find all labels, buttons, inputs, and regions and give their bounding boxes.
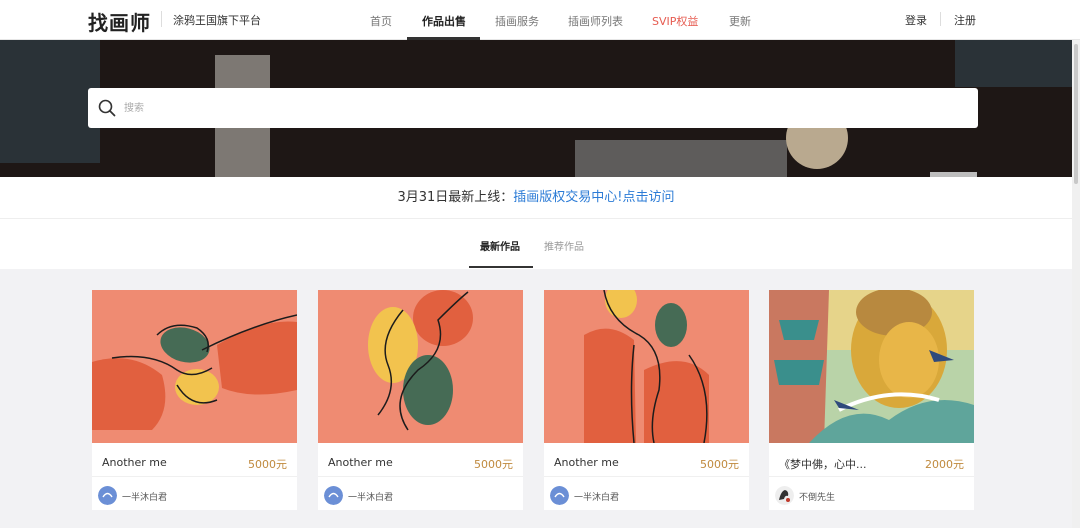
author-name[interactable]: 一半沐白君	[122, 490, 167, 503]
nav-updates[interactable]: 更新	[729, 13, 751, 29]
artwork-price: 5000元	[700, 458, 739, 471]
tab-latest-works[interactable]: 最新作品	[480, 238, 520, 253]
banner-shape	[955, 40, 1072, 87]
author-avatar[interactable]	[775, 486, 794, 505]
author-avatar[interactable]	[324, 486, 343, 505]
card-divider	[92, 476, 297, 477]
auth-divider	[940, 12, 941, 26]
scrollbar-thumb[interactable]	[1074, 44, 1078, 184]
artwork-image[interactable]	[544, 290, 749, 443]
artwork-title[interactable]: Another me	[554, 456, 619, 469]
artwork-price: 5000元	[474, 458, 513, 471]
card-divider	[318, 476, 523, 477]
nav-works-sale[interactable]: 作品出售	[422, 13, 466, 29]
banner-shape	[575, 140, 787, 177]
artwork-price: 5000元	[248, 458, 287, 471]
artwork-image[interactable]	[318, 290, 523, 443]
card-divider	[544, 476, 749, 477]
artwork-card[interactable]: Another me 5000元 一半沐白君	[92, 290, 297, 510]
nav-svip[interactable]: SVIP权益	[652, 13, 698, 29]
nav-home[interactable]: 首页	[370, 13, 392, 29]
site-logo[interactable]: 找画师	[88, 7, 151, 36]
artwork-card[interactable]: Another me 5000元 一半沐白君	[318, 290, 523, 510]
author-avatar[interactable]	[550, 486, 569, 505]
author-name[interactable]: 不倒先生	[799, 490, 835, 503]
works-tabs	[0, 219, 1072, 269]
login-link[interactable]: 登录	[905, 12, 927, 28]
artwork-image[interactable]	[769, 290, 974, 443]
site-slogan: 涂鸦王国旗下平台	[173, 14, 261, 27]
artwork-title[interactable]: Another me	[328, 456, 393, 469]
artwork-title[interactable]: 《梦中佛，心中...	[779, 456, 867, 472]
nav-illustrator-list[interactable]: 插画师列表	[568, 13, 623, 29]
artwork-price: 2000元	[925, 458, 964, 471]
author-name[interactable]: 一半沐白君	[348, 490, 393, 503]
register-link[interactable]: 注册	[954, 12, 976, 28]
artwork-title[interactable]: Another me	[102, 456, 167, 469]
announcement-link[interactable]: 插画版权交易中心!点击访问	[513, 190, 674, 205]
top-header: 找画师 涂鸦王国旗下平台 首页 作品出售 插画服务 插画师列表 SVIP权益 更…	[0, 0, 1080, 40]
search-icon[interactable]	[98, 99, 116, 117]
banner-shape	[0, 40, 100, 163]
announcement-bar: 3月31日最新上线：插画版权交易中心!点击访问	[0, 177, 1072, 219]
artwork-card[interactable]: Another me 5000元 一半沐白君	[544, 290, 749, 510]
nav-illustration-service[interactable]: 插画服务	[495, 13, 539, 29]
artwork-image[interactable]	[92, 290, 297, 443]
author-avatar[interactable]	[98, 486, 117, 505]
announcement-text: 3月31日最新上线：	[397, 190, 514, 205]
author-name[interactable]: 一半沐白君	[574, 490, 619, 503]
tab-recommended-works[interactable]: 推荐作品	[544, 238, 584, 253]
search-input[interactable]	[124, 98, 964, 118]
artwork-card[interactable]: 《梦中佛，心中... 2000元 不倒先生	[769, 290, 974, 510]
logo-divider	[161, 11, 162, 27]
tab-active-underline	[469, 266, 533, 268]
card-divider	[769, 476, 974, 477]
